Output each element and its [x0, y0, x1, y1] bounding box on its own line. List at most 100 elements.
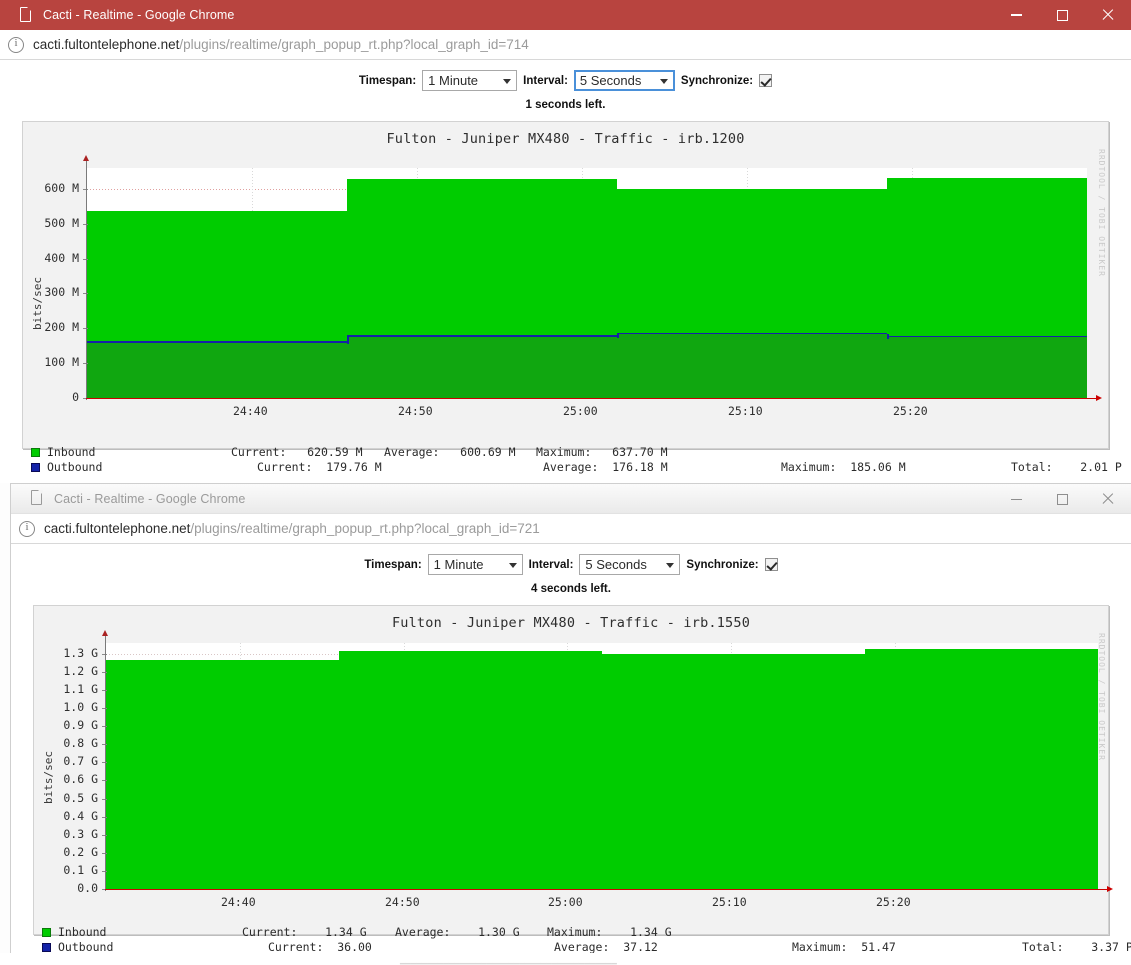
graph-title: Fulton - Juniper MX480 - Traffic - irb.1…	[391, 615, 751, 631]
graph-legend-1: Inbound Current: 620.59 M Average: 600.69 …	[31, 445, 1122, 479]
timespan-select[interactable]: 1 Minute	[427, 554, 523, 575]
area-segment	[865, 649, 1098, 889]
y-axis-tick-label: 100 M	[44, 355, 79, 370]
y-axis-tick-label: 1.3 G	[63, 645, 98, 660]
area-segment	[887, 336, 1087, 398]
y-axis-tick-label: 0.8 G	[63, 736, 98, 751]
y-axis-tick-label: 0.5 G	[63, 790, 98, 805]
titlebar-1[interactable]: Cacti - Realtime - Google Chrome	[0, 0, 1131, 30]
x-axis-line	[105, 889, 1107, 891]
outbound-line	[87, 341, 347, 343]
x-axis-tick-label: 25:00	[563, 404, 598, 418]
window-controls-2[interactable]	[993, 484, 1131, 514]
url-path: /plugins/realtime/graph_popup_rt.php?loc…	[190, 521, 540, 536]
y-axis-tick-label: 600 M	[44, 180, 79, 195]
y-axis-line	[86, 160, 88, 400]
timespan-label: Timespan:	[364, 558, 422, 571]
graph-body: RRDTOOL / TOBI OETIKER bits/sec 0 100 M 20…	[23, 147, 1108, 443]
legend-stat: Current: 36.00	[268, 940, 372, 954]
timespan-value: 1 Minute	[428, 73, 479, 88]
maximize-button[interactable]	[1039, 0, 1085, 30]
url-bar-2[interactable]: cacti.fultontelephone.net/plugins/realti…	[11, 514, 1131, 544]
timespan-value: 1 Minute	[433, 557, 484, 572]
url-text: cacti.fultontelephone.net/plugins/realti…	[44, 521, 540, 536]
outbound-line	[347, 335, 349, 345]
x-axis-tick-label: 25:10	[712, 895, 747, 909]
legend-stat: Average: 176.18 M	[543, 460, 668, 474]
realtime-controls-1: Timespan: 1 Minute Interval: 5 Seconds S…	[0, 60, 1131, 91]
y-axis-tick-label: 1.1 G	[63, 682, 98, 697]
window-title: Cacti - Realtime - Google Chrome	[54, 491, 246, 506]
y-axis-tick-label: 0.7 G	[63, 754, 98, 769]
minimize-button[interactable]	[993, 0, 1039, 30]
titlebar-2[interactable]: Cacti - Realtime - Google Chrome	[11, 484, 1131, 514]
interval-select[interactable]: 5 Seconds	[579, 554, 681, 575]
browser-window-2[interactable]: Cacti - Realtime - Google Chrome cacti.f…	[10, 483, 1131, 954]
browser-window-1[interactable]: Cacti - Realtime - Google Chrome cacti.f…	[0, 0, 1131, 483]
outbound-line	[887, 335, 1087, 338]
x-axis-tick-label: 24:40	[221, 895, 256, 909]
legend-stat: Total: 3.37 P	[1022, 940, 1131, 954]
area-segment	[602, 653, 865, 889]
chevron-down-icon	[508, 562, 517, 568]
legend-stat: Maximum: 1.34 G	[547, 925, 672, 939]
window-controls-1[interactable]	[993, 0, 1131, 30]
y-axis-tick-label: 500 M	[44, 215, 79, 230]
legend-stat: Average: 1.30 G	[395, 925, 520, 939]
y-axis-tick-label: 0.6 G	[63, 772, 98, 787]
outbound-line	[347, 334, 617, 337]
y-axis-tick-label: 0.1 G	[63, 862, 98, 877]
close-button[interactable]	[1085, 484, 1131, 514]
interval-select[interactable]: 5 Seconds	[573, 70, 675, 91]
y-axis-tick-label: 0.4 G	[63, 808, 98, 823]
page-content-1: Timespan: 1 Minute Interval: 5 Seconds S…	[0, 60, 1131, 482]
area-segment	[106, 660, 339, 889]
synchronize-label: Synchronize:	[680, 74, 754, 87]
site-info-icon[interactable]	[19, 520, 35, 537]
rrd-graph-panel-1: Fulton - Juniper MX480 - Traffic - irb.1…	[22, 121, 1122, 474]
close-button[interactable]	[1085, 0, 1131, 30]
legend-series-name: Outbound	[58, 940, 114, 954]
legend-color-swatch	[42, 943, 51, 952]
outbound-line	[887, 333, 889, 339]
y-axis-tick-label: 300 M	[44, 285, 79, 300]
site-info-icon[interactable]	[8, 36, 24, 53]
legend-stat: Current: 620.59 M	[231, 445, 363, 459]
synchronize-checkbox[interactable]	[764, 558, 778, 571]
x-axis-tick-label: 25:20	[876, 895, 911, 909]
y-axis-title: bits/sec	[31, 277, 44, 330]
y-axis-arrow-icon	[102, 630, 108, 636]
legend-stat: Average: 37.12	[554, 940, 658, 954]
screen: Cacti - Realtime - Google Chrome cacti.f…	[0, 0, 1131, 965]
plot-area-2	[106, 643, 1098, 889]
minimize-button[interactable]	[993, 484, 1039, 514]
maximize-button[interactable]	[1039, 484, 1085, 514]
legend-stat: Maximum: 637.70 M	[536, 445, 668, 459]
timespan-select[interactable]: 1 Minute	[422, 70, 518, 91]
window-title: Cacti - Realtime - Google Chrome	[43, 8, 235, 22]
x-axis-tick-label: 24:50	[398, 404, 433, 418]
countdown-text: 1 seconds left.	[525, 99, 606, 111]
outbound-line	[617, 332, 887, 335]
legend-row: Inbound Current: 1.34 G Average: 1.30 G Max…	[42, 925, 1108, 940]
y-axis-tick-label: 0.2 G	[63, 844, 98, 859]
legend-stat: Current: 1.34 G	[242, 925, 367, 939]
synchronize-checkbox[interactable]	[759, 74, 773, 87]
interval-label: Interval:	[523, 74, 568, 87]
url-text: cacti.fultontelephone.net/plugins/realti…	[33, 37, 529, 52]
timespan-label: Timespan:	[358, 74, 417, 87]
x-axis-tick-label: 24:50	[385, 895, 420, 909]
url-path: /plugins/realtime/graph_popup_rt.php?loc…	[179, 37, 529, 52]
y-axis-arrow-icon	[83, 155, 89, 161]
y-axis-line	[105, 635, 107, 891]
chevron-down-icon	[666, 562, 675, 568]
legend-color-swatch	[31, 463, 40, 472]
legend-series-name: Inbound	[58, 925, 107, 939]
url-host: cacti.fultontelephone.net	[33, 37, 180, 52]
y-axis-title: bits/sec	[42, 751, 55, 804]
rrdtool-watermark: RRDTOOL / TOBI OETIKER	[1097, 149, 1106, 277]
plot-area-1	[87, 168, 1087, 398]
x-axis-line	[86, 398, 1096, 400]
url-bar-1[interactable]: cacti.fultontelephone.net/plugins/realti…	[0, 30, 1131, 60]
y-axis-tick-label: 400 M	[44, 250, 79, 265]
